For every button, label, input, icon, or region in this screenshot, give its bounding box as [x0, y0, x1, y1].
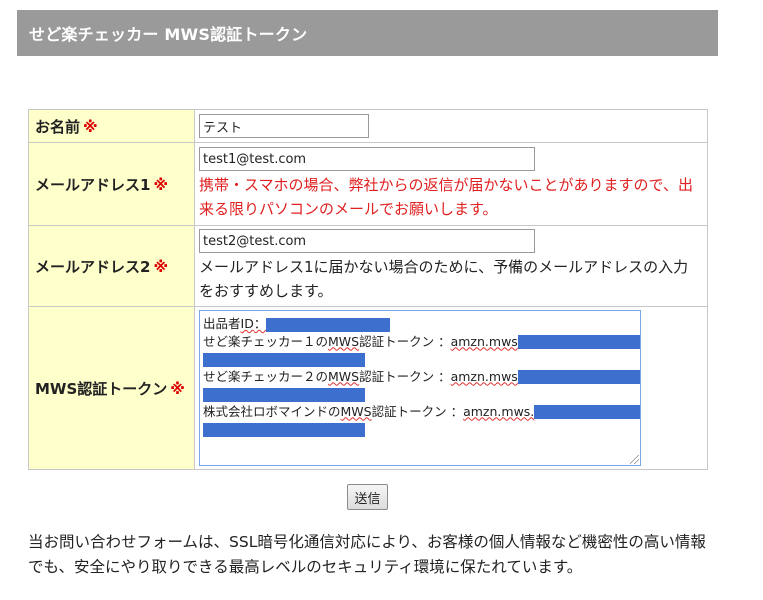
token2-prefix: せど楽チェッカー２の: [203, 368, 329, 384]
required-mark: ※: [153, 175, 169, 194]
mws-token-value-cell: 出品者ID： せど楽チェッカー１のMWS認証トークン ：amzn.mws せど楽…: [194, 306, 708, 470]
email1-label: メールアドレス1: [35, 175, 151, 194]
email2-value-cell: メールアドレス1に届かない場合のために、予備のメールアドレスの入力をおすすめしま…: [194, 225, 708, 307]
email1-value-cell: 携帯・スマホの場合、弊社からの返信が届かないことがありますので、出来る限りパソコ…: [194, 142, 708, 226]
page-header: せど楽チェッカー MWS認証トークン: [17, 10, 718, 56]
name-label-cell: お名前 ※: [28, 109, 195, 143]
contact-form-page: せど楽チェッカー MWS認証トークン お名前※ メールアドレス1※ 携帯・スマホ…: [0, 0, 763, 600]
redacted-token1-cont: [203, 352, 365, 367]
token2-mws: MWS: [328, 368, 360, 384]
email2-label: メールアドレス2: [35, 257, 151, 276]
email2-note: メールアドレス1に届かない場合のために、予備のメールアドレスの入力をおすすめしま…: [199, 258, 689, 300]
form-row-email1: メールアドレス1※ 携帯・スマホの場合、弊社からの返信が届かないことがありますの…: [28, 142, 708, 226]
token3-value: amzn.mws.: [463, 403, 535, 419]
security-notice: 当お問い合わせフォームは、SSL暗号化通信対応により、お客様の個人情報など機密性…: [28, 533, 706, 576]
token3-continuation: [203, 420, 637, 438]
seller-id-label: 出品者: [203, 316, 241, 331]
mws-token-label-cell: MWS認証トークン ※: [28, 306, 195, 470]
form-row-email2: メールアドレス2※ メールアドレス1に届かない場合のために、予備のメールアドレス…: [28, 225, 708, 307]
token2-value: amzn.mws: [450, 368, 518, 384]
token3-suffix: 認証トークン ：: [371, 403, 464, 419]
token3-line: 株式会社ロボマインドのMWS認証トークン ：amzn.mws.: [203, 403, 640, 421]
redacted-token2-cont: [203, 387, 365, 402]
token3-prefix: 株式会社ロボマインドの: [203, 403, 341, 419]
token3-mws: MWS: [340, 403, 372, 419]
redacted-seller-id: [266, 317, 391, 332]
token1-line: せど楽チェッカー１のMWS認証トークン ：amzn.mws: [203, 333, 640, 351]
required-mark: ※: [170, 379, 185, 398]
seller-id-key: ID: [240, 316, 254, 331]
name-input[interactable]: [199, 114, 369, 138]
contact-form-table: お名前※ メールアドレス1※ 携帯・スマホの場合、弊社からの返信が届かないことが…: [28, 109, 708, 470]
email1-label-cell: メールアドレス1 ※: [28, 142, 195, 226]
seller-id-colon: ：: [253, 316, 267, 331]
form-row-mws-token: MWS認証トークン ※ 出品者ID： せど楽チェッカー１のMWS認証トークン ：a…: [28, 306, 708, 470]
redacted-token1: [517, 335, 640, 349]
email2-label-cell: メールアドレス2 ※: [28, 225, 195, 307]
redacted-token3: [534, 405, 640, 419]
mws-token-textarea[interactable]: 出品者ID： せど楽チェッカー１のMWS認証トークン ：amzn.mws せど楽…: [199, 310, 641, 466]
token1-prefix: せど楽チェッカー１の: [203, 333, 329, 349]
email1-input[interactable]: [199, 147, 535, 171]
redacted-token2: [517, 370, 640, 384]
required-mark: ※: [153, 257, 169, 276]
name-value-cell: [194, 109, 708, 143]
form-row-name: お名前 ※: [28, 109, 708, 143]
textarea-resize-handle[interactable]: [630, 455, 639, 464]
token2-line: せど楽チェッカー２のMWS認証トークン ：amzn.mws: [203, 368, 640, 386]
token1-value: amzn.mws: [450, 333, 518, 349]
email1-warning-note: 携帯・スマホの場合、弊社からの返信が届かないことがありますので、出来る限りパソコ…: [199, 176, 693, 218]
page-title: せど楽チェッカー MWS認証トークン: [29, 25, 308, 44]
seller-id-line: 出品者ID：: [203, 315, 637, 333]
mws-token-label: MWS認証トークン: [35, 379, 168, 398]
required-mark: ※: [83, 117, 98, 136]
token1-mws: MWS: [328, 333, 360, 349]
name-label: お名前: [35, 117, 81, 136]
submit-button[interactable]: 送信: [347, 484, 388, 510]
token1-suffix: 認証トークン ：: [359, 333, 451, 349]
token1-continuation: [203, 350, 637, 368]
redacted-token3-cont: [203, 422, 365, 437]
email2-input[interactable]: [199, 229, 535, 253]
token2-suffix: 認証トークン ：: [359, 368, 451, 384]
token2-continuation: [203, 385, 637, 403]
